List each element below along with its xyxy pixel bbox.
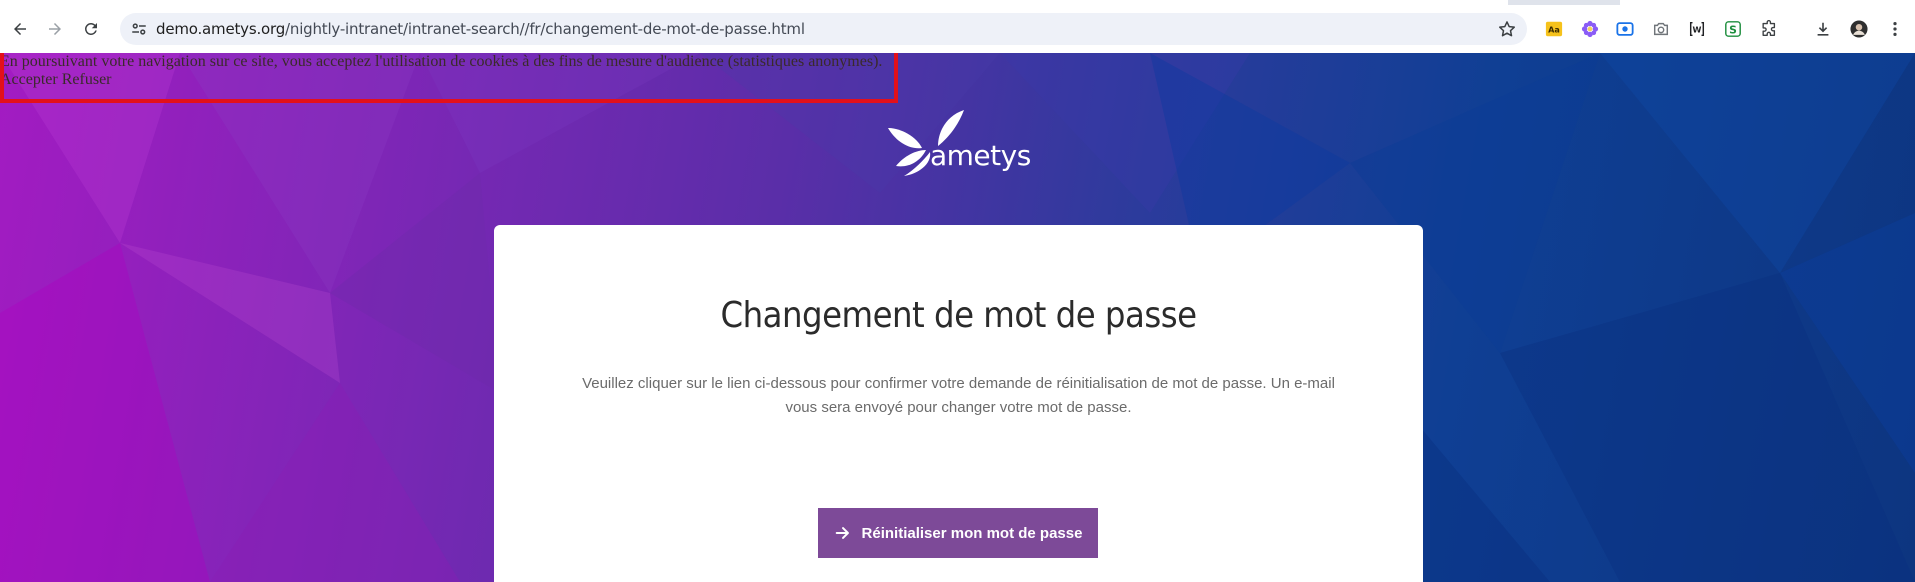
s-extension-icon[interactable]: S (1723, 19, 1743, 39)
url-text[interactable]: demo.ametys.org/nightly-intranet/intrane… (156, 13, 805, 45)
reload-icon (84, 22, 97, 35)
page-title: Changement de mot de passe (720, 295, 1197, 336)
site-info-icon[interactable] (130, 20, 148, 38)
profile-avatar-icon[interactable] (1849, 19, 1869, 39)
logo-text: ametys (930, 139, 1031, 172)
svg-text:S: S (1729, 24, 1737, 37)
download-icon[interactable] (1813, 19, 1833, 39)
bookmark-star-icon[interactable] (1497, 19, 1517, 39)
brackets-w-icon[interactable]: W (1687, 19, 1707, 39)
card-description: Veuillez cliquer sur le lien ci-dessous … (582, 375, 1335, 416)
svg-text:W: W (1693, 25, 1702, 35)
forward-arrow-icon (49, 23, 61, 35)
browser-toolbar: demo.ametys.org/nightly-intranet/intrane… (0, 5, 1915, 53)
puzzle-icon[interactable] (1759, 19, 1779, 39)
forward-button[interactable] (41, 15, 69, 43)
address-bar[interactable]: demo.ametys.org/nightly-intranet/intrane… (120, 13, 1527, 45)
svg-text:Aa: Aa (1548, 25, 1560, 35)
page-viewport: En poursuivant votre navigation sur ce s… (0, 53, 1915, 582)
arrow-right-icon (835, 527, 849, 539)
reset-password-label: Réinitialiser mon mot de passe (861, 524, 1083, 542)
flower-icon[interactable] (1580, 19, 1600, 39)
cookie-banner-highlight (0, 53, 898, 103)
back-arrow-icon (14, 23, 26, 35)
reset-password-button[interactable]: Réinitialiser mon mot de passe (818, 508, 1098, 558)
camera-icon[interactable] (1651, 19, 1671, 39)
dictionary-icon[interactable]: Aa (1544, 19, 1564, 39)
menu-dots-icon[interactable] (1885, 19, 1905, 39)
reload-button[interactable] (77, 15, 105, 43)
screen-capture-icon[interactable] (1615, 19, 1635, 39)
back-button[interactable] (6, 15, 34, 43)
password-card: Changement de mot de passe Veuillez cliq… (494, 225, 1423, 582)
